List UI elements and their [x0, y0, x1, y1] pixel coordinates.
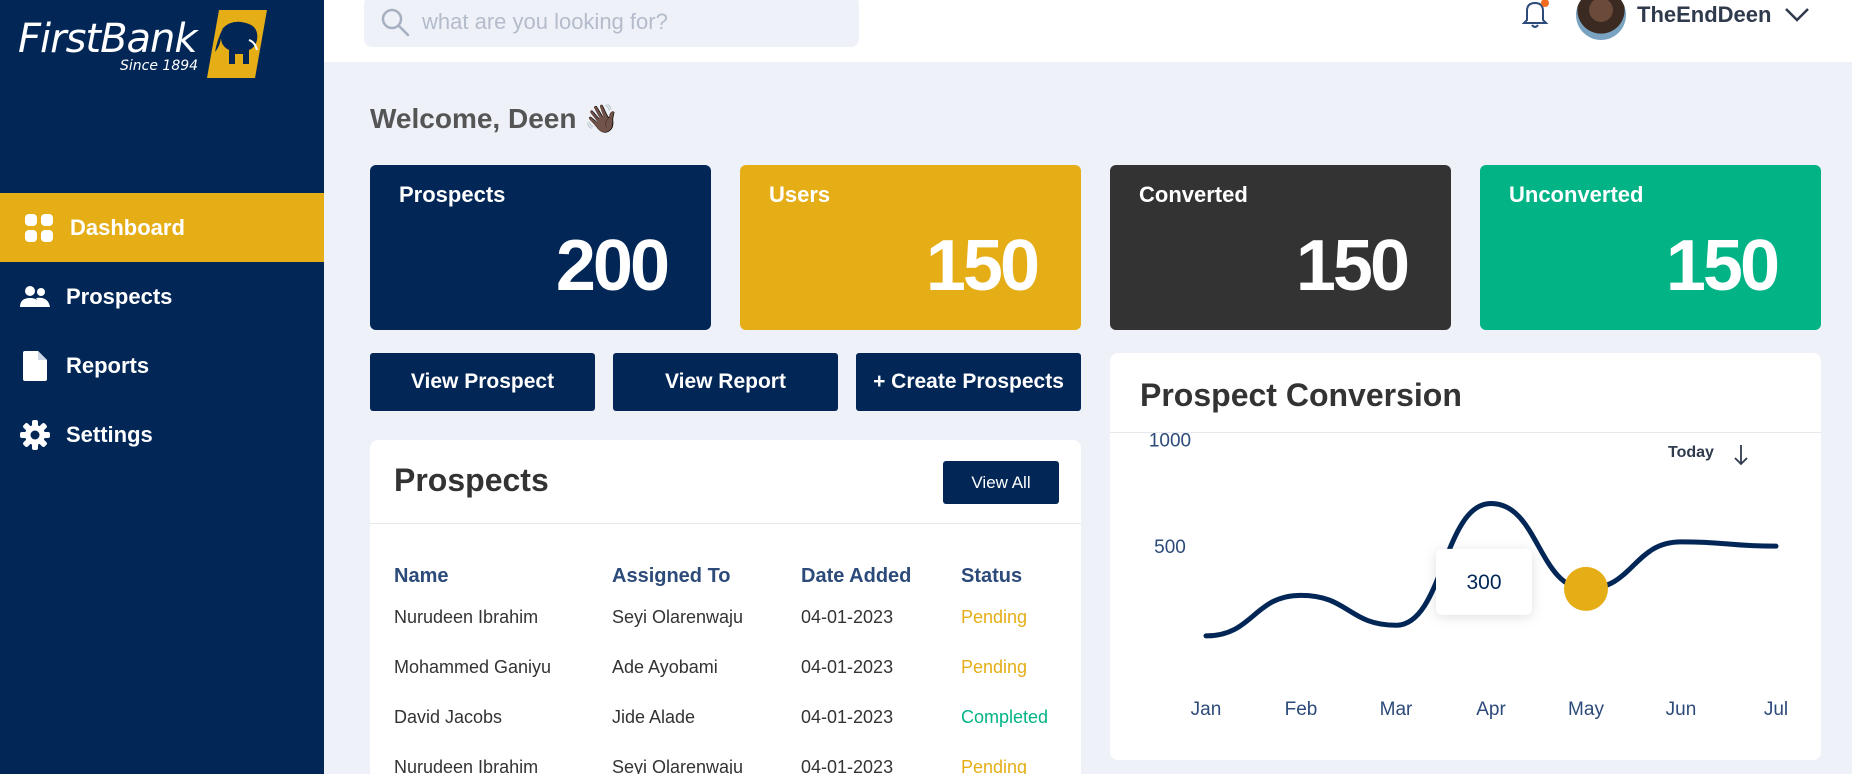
- stat-card-users[interactable]: Users 150: [740, 165, 1081, 330]
- conversion-line-chart: 500 1000 Jan Feb Mar Apr May Jun Jul 300: [1149, 430, 1788, 720]
- grid-icon: [22, 213, 56, 242]
- table-row[interactable]: Nurudeen Ibrahim Seyi Olarenwaju 04-01-2…: [394, 742, 1081, 774]
- top-bar: TheEndDeen: [324, 0, 1852, 62]
- firstbank-logo[interactable]: FirstBank Since 1894: [18, 8, 268, 80]
- sidebar-item-label: Settings: [66, 421, 153, 447]
- cell-date-added: 04-01-2023: [801, 756, 894, 774]
- cell-assigned-to: Jide Alade: [612, 706, 696, 727]
- prospects-panel: Prospects View All Name Assigned To Date…: [370, 440, 1081, 774]
- gear-icon: [18, 419, 52, 450]
- table-header-row: Name Assigned To Date Added Status: [394, 560, 1081, 592]
- logo-tagline: Since 1894: [120, 58, 199, 74]
- x-tick-label: Jan: [1191, 699, 1222, 720]
- create-prospects-button[interactable]: + Create Prospects: [856, 353, 1081, 411]
- chevron-down-icon[interactable]: [1784, 4, 1810, 24]
- stat-value: 150: [925, 226, 1040, 306]
- cell-assigned-to: Seyi Olarenwaju: [612, 606, 744, 627]
- y-tick-label: 500: [1154, 537, 1186, 558]
- column-header-name[interactable]: Name: [394, 560, 612, 592]
- tooltip-value: 300: [1466, 571, 1501, 594]
- view-all-button[interactable]: View All: [943, 461, 1059, 504]
- elephant-logo-icon: [207, 10, 267, 78]
- stat-card-converted[interactable]: Converted 150: [1110, 165, 1451, 330]
- cell-name: Nurudeen Ibrahim: [394, 756, 539, 774]
- stat-card-unconverted[interactable]: Unconverted 150: [1480, 165, 1821, 330]
- stat-card-prospects[interactable]: Prospects 200: [370, 165, 711, 330]
- cell-name: Nurudeen Ibrahim: [394, 606, 539, 627]
- search-box[interactable]: [364, 0, 859, 47]
- status-badge: Pending: [961, 606, 1028, 627]
- panel-header: Prospects View All: [370, 440, 1081, 524]
- highlighted-data-point[interactable]: [1564, 566, 1608, 611]
- y-tick-label: 1000: [1149, 430, 1191, 451]
- users-icon: [18, 285, 52, 309]
- search-input[interactable]: [422, 8, 842, 35]
- view-prospect-button[interactable]: View Prospect: [370, 353, 595, 411]
- column-header-date-added[interactable]: Date Added: [801, 560, 961, 592]
- search-icon: [381, 8, 410, 36]
- sidebar: FirstBank Since 1894 Dashboard Prospects…: [0, 0, 324, 774]
- cell-date-added: 04-01-2023: [801, 606, 894, 627]
- column-header-status[interactable]: Status: [961, 560, 1081, 592]
- logo-wordmark: FirstBank: [18, 16, 198, 62]
- cell-name: David Jacobs: [394, 706, 503, 727]
- panel-title: Prospects: [394, 462, 549, 498]
- prospects-table: Name Assigned To Date Added Status Nurud…: [394, 560, 1081, 774]
- stat-label: Unconverted: [1509, 182, 1644, 207]
- sidebar-item-prospects[interactable]: Prospects: [0, 262, 324, 331]
- stat-value: 200: [555, 226, 670, 306]
- cell-assigned-to: Ade Ayobami: [612, 656, 718, 677]
- stat-value: 150: [1295, 226, 1410, 306]
- sidebar-item-label: Reports: [66, 352, 150, 378]
- avatar[interactable]: [1576, 0, 1626, 40]
- status-badge: Completed: [961, 706, 1049, 727]
- view-report-button[interactable]: View Report: [613, 353, 838, 411]
- sidebar-item-dashboard[interactable]: Dashboard: [0, 193, 324, 262]
- table-row[interactable]: Mohammed Ganiyu Ade Ayobami 04-01-2023 P…: [394, 642, 1081, 692]
- stat-label: Users: [769, 182, 831, 207]
- stat-label: Converted: [1139, 182, 1248, 207]
- prospect-conversion-panel: Prospect Conversion Today 500 1000 Jan Feb M…: [1110, 353, 1821, 760]
- document-icon: [18, 350, 52, 381]
- sidebar-item-label: Dashboard: [70, 214, 185, 240]
- sidebar-nav: Dashboard Prospects Reports Settings: [0, 193, 324, 469]
- table-row[interactable]: David Jacobs Jide Alade 04-01-2023 Compl…: [394, 692, 1081, 742]
- x-tick-label: Apr: [1476, 699, 1506, 720]
- x-tick-label: Mar: [1380, 699, 1413, 720]
- x-tick-label: May: [1568, 699, 1604, 720]
- notification-bell-icon[interactable]: [1519, 0, 1551, 30]
- x-tick-label: Jul: [1764, 699, 1788, 720]
- username[interactable]: TheEndDeen: [1637, 2, 1771, 28]
- cell-assigned-to: Seyi Olarenwaju: [612, 756, 744, 774]
- sidebar-item-label: Prospects: [66, 283, 173, 309]
- cell-date-added: 04-01-2023: [801, 706, 894, 727]
- sidebar-item-settings[interactable]: Settings: [0, 400, 324, 469]
- sidebar-item-reports[interactable]: Reports: [0, 331, 324, 400]
- stat-label: Prospects: [399, 182, 506, 207]
- column-header-assigned-to[interactable]: Assigned To: [612, 560, 801, 592]
- page-title: Welcome, Deen 👋🏿: [370, 103, 620, 134]
- stat-value: 150: [1665, 226, 1780, 306]
- data-point-tooltip: 300: [1436, 548, 1532, 615]
- x-tick-label: Feb: [1285, 699, 1318, 720]
- x-tick-label: Jun: [1666, 699, 1697, 720]
- cell-name: Mohammed Ganiyu: [394, 656, 552, 677]
- cell-date-added: 04-01-2023: [801, 656, 894, 677]
- status-badge: Pending: [961, 756, 1028, 774]
- status-badge: Pending: [961, 656, 1028, 677]
- table-row[interactable]: Nurudeen Ibrahim Seyi Olarenwaju 04-01-2…: [394, 592, 1081, 642]
